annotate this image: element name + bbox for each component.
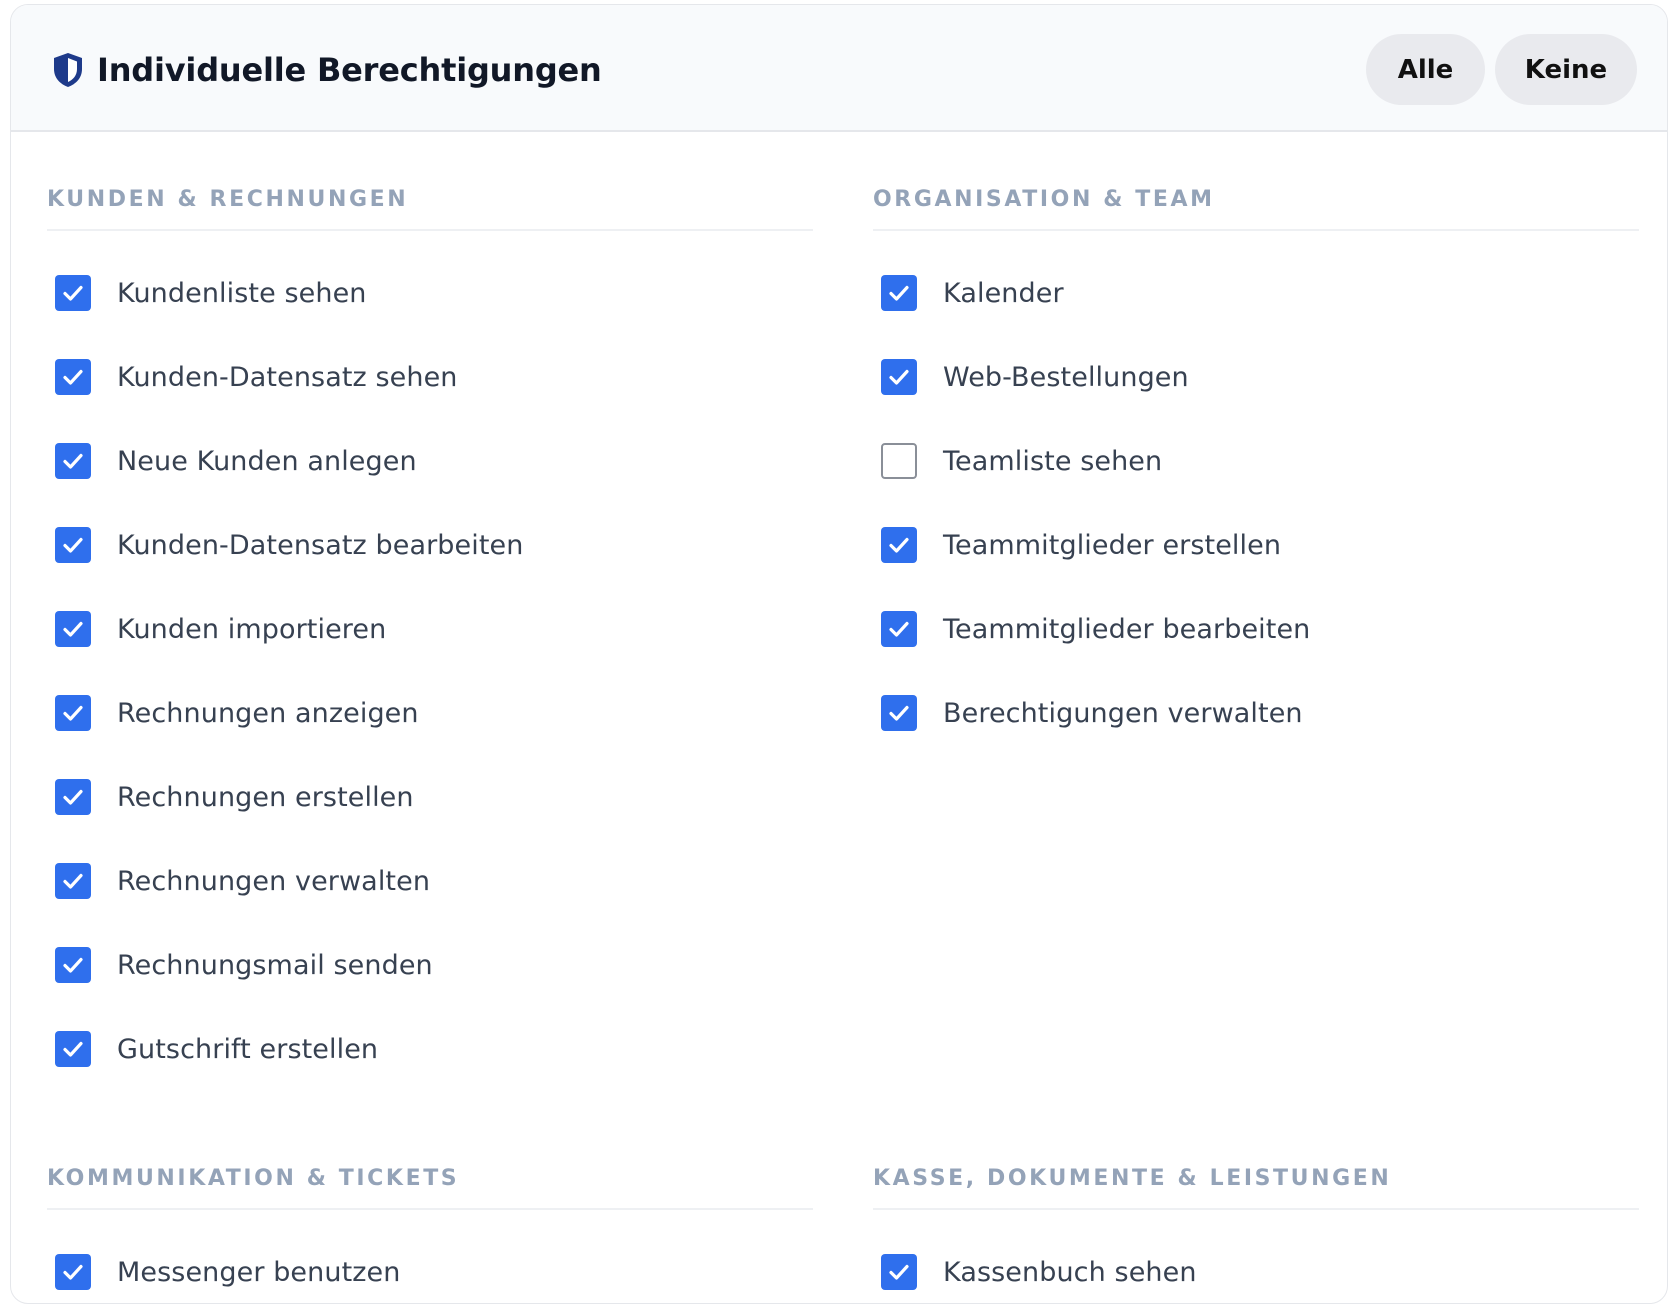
permission-item[interactable]: Kalender: [873, 251, 1639, 335]
permission-checkbox[interactable]: [55, 527, 91, 563]
checkmark-icon: [63, 873, 83, 889]
checkmark-icon: [63, 621, 83, 637]
permission-checkbox[interactable]: [55, 1031, 91, 1067]
permission-item[interactable]: Kunden importieren: [47, 587, 813, 671]
permission-label: Berechtigungen verwalten: [943, 697, 1303, 729]
permission-item[interactable]: Rechnungen erstellen: [47, 755, 813, 839]
checkmark-icon: [889, 1264, 909, 1280]
checkmark-icon: [889, 369, 909, 385]
section-divider: [873, 1208, 1639, 1210]
section-title: KOMMUNIKATION & TICKETS: [47, 1166, 460, 1191]
permission-item[interactable]: Messenger benutzen: [47, 1230, 813, 1303]
section-divider: [873, 229, 1639, 231]
permission-label: Kundenliste sehen: [117, 277, 367, 309]
checkmark-icon: [889, 705, 909, 721]
permission-item[interactable]: Kunden-Datensatz bearbeiten: [47, 503, 813, 587]
checkmark-icon: [63, 957, 83, 973]
checkmark-icon: [63, 1264, 83, 1280]
permission-checkbox[interactable]: [55, 1254, 91, 1290]
checkmark-icon: [63, 705, 83, 721]
section-kasse-dokumente-leistungen: KASSE, DOKUMENTE & LEISTUNGEN Kassenbuch…: [873, 1164, 1639, 1303]
permission-checkbox[interactable]: [55, 695, 91, 731]
permission-checkbox[interactable]: [881, 695, 917, 731]
permission-item[interactable]: Neue Kunden anlegen: [47, 419, 813, 503]
permission-item[interactable]: Rechnungsmail senden: [47, 923, 813, 1007]
permission-item[interactable]: Teamliste sehen: [873, 419, 1639, 503]
permission-list: Kalender Web-Bestellungen Teamliste sehen T…: [873, 251, 1639, 755]
checkmark-icon: [889, 621, 909, 637]
permission-label: Teammitglieder erstellen: [943, 529, 1282, 561]
permission-checkbox[interactable]: [881, 611, 917, 647]
section-title: KASSE, DOKUMENTE & LEISTUNGEN: [873, 1166, 1392, 1191]
checkmark-icon: [63, 1041, 83, 1057]
permission-label: Gutschrift erstellen: [117, 1033, 379, 1065]
permission-label: Teammitglieder bearbeiten: [943, 613, 1311, 645]
permission-item[interactable]: Teammitglieder bearbeiten: [873, 587, 1639, 671]
select-all-button[interactable]: Alle: [1366, 34, 1485, 105]
permission-checkbox[interactable]: [881, 275, 917, 311]
page-title: Individuelle Berechtigungen: [97, 51, 602, 89]
section-divider: [47, 229, 813, 231]
permission-checkbox[interactable]: [881, 359, 917, 395]
checkmark-icon: [63, 285, 83, 301]
section-organisation-team: ORGANISATION & TEAM Kalender Web-Bestellu…: [873, 185, 1639, 755]
permission-item[interactable]: Teammitglieder erstellen: [873, 503, 1639, 587]
permission-checkbox[interactable]: [881, 443, 917, 479]
permission-checkbox[interactable]: [55, 443, 91, 479]
permission-list: Messenger benutzen: [47, 1230, 813, 1303]
permission-item[interactable]: Berechtigungen verwalten: [873, 671, 1639, 755]
permission-item[interactable]: Kunden-Datensatz sehen: [47, 335, 813, 419]
checkmark-icon: [63, 789, 83, 805]
permission-label: Messenger benutzen: [117, 1256, 401, 1288]
permission-list: Kassenbuch sehen: [873, 1230, 1639, 1303]
permission-item[interactable]: Kundenliste sehen: [47, 251, 813, 335]
section-title: KUNDEN & RECHNUNGEN: [47, 187, 409, 212]
checkmark-icon: [889, 285, 909, 301]
permission-checkbox[interactable]: [55, 611, 91, 647]
panel-header: Individuelle Berechtigungen Alle Keine: [11, 5, 1667, 132]
permission-label: Kalender: [943, 277, 1064, 309]
permission-checkbox[interactable]: [55, 359, 91, 395]
permission-label: Web-Bestellungen: [943, 361, 1189, 393]
permission-checkbox[interactable]: [55, 779, 91, 815]
header-title-group: Individuelle Berechtigungen: [51, 51, 602, 89]
header-actions: Alle Keine: [1366, 34, 1637, 105]
permission-label: Teamliste sehen: [943, 445, 1163, 477]
permission-checkbox[interactable]: [881, 527, 917, 563]
permission-label: Kunden-Datensatz bearbeiten: [117, 529, 524, 561]
permission-label: Rechnungen verwalten: [117, 865, 431, 897]
checkmark-icon: [889, 537, 909, 553]
permissions-panel: Individuelle Berechtigungen Alle Keine K…: [10, 4, 1668, 1304]
permission-label: Rechnungen anzeigen: [117, 697, 419, 729]
permission-label: Kunden-Datensatz sehen: [117, 361, 458, 393]
permission-label: Kassenbuch sehen: [943, 1256, 1197, 1288]
permission-label: Rechnungen erstellen: [117, 781, 414, 813]
select-none-button[interactable]: Keine: [1495, 34, 1637, 105]
permission-list: Kundenliste sehen Kunden-Datensatz sehen N…: [47, 251, 813, 1091]
checkmark-icon: [63, 369, 83, 385]
checkmark-icon: [63, 537, 83, 553]
permission-item[interactable]: Rechnungen verwalten: [47, 839, 813, 923]
permission-checkbox[interactable]: [55, 947, 91, 983]
section-kunden-rechnungen: KUNDEN & RECHNUNGEN Kundenliste sehen Kun…: [47, 185, 813, 1091]
permission-label: Kunden importieren: [117, 613, 387, 645]
permission-item[interactable]: Gutschrift erstellen: [47, 1007, 813, 1091]
checkmark-icon: [63, 453, 83, 469]
permission-item[interactable]: Rechnungen anzeigen: [47, 671, 813, 755]
permission-checkbox[interactable]: [55, 863, 91, 899]
permission-label: Neue Kunden anlegen: [117, 445, 417, 477]
section-title: ORGANISATION & TEAM: [873, 187, 1215, 212]
permission-checkbox[interactable]: [55, 275, 91, 311]
section-kommunikation-tickets: KOMMUNIKATION & TICKETS Messenger benutz…: [47, 1164, 813, 1303]
section-divider: [47, 1208, 813, 1210]
shield-icon: [54, 53, 82, 87]
permission-item[interactable]: Web-Bestellungen: [873, 335, 1639, 419]
permission-item[interactable]: Kassenbuch sehen: [873, 1230, 1639, 1303]
permission-label: Rechnungsmail senden: [117, 949, 433, 981]
permission-checkbox[interactable]: [881, 1254, 917, 1290]
